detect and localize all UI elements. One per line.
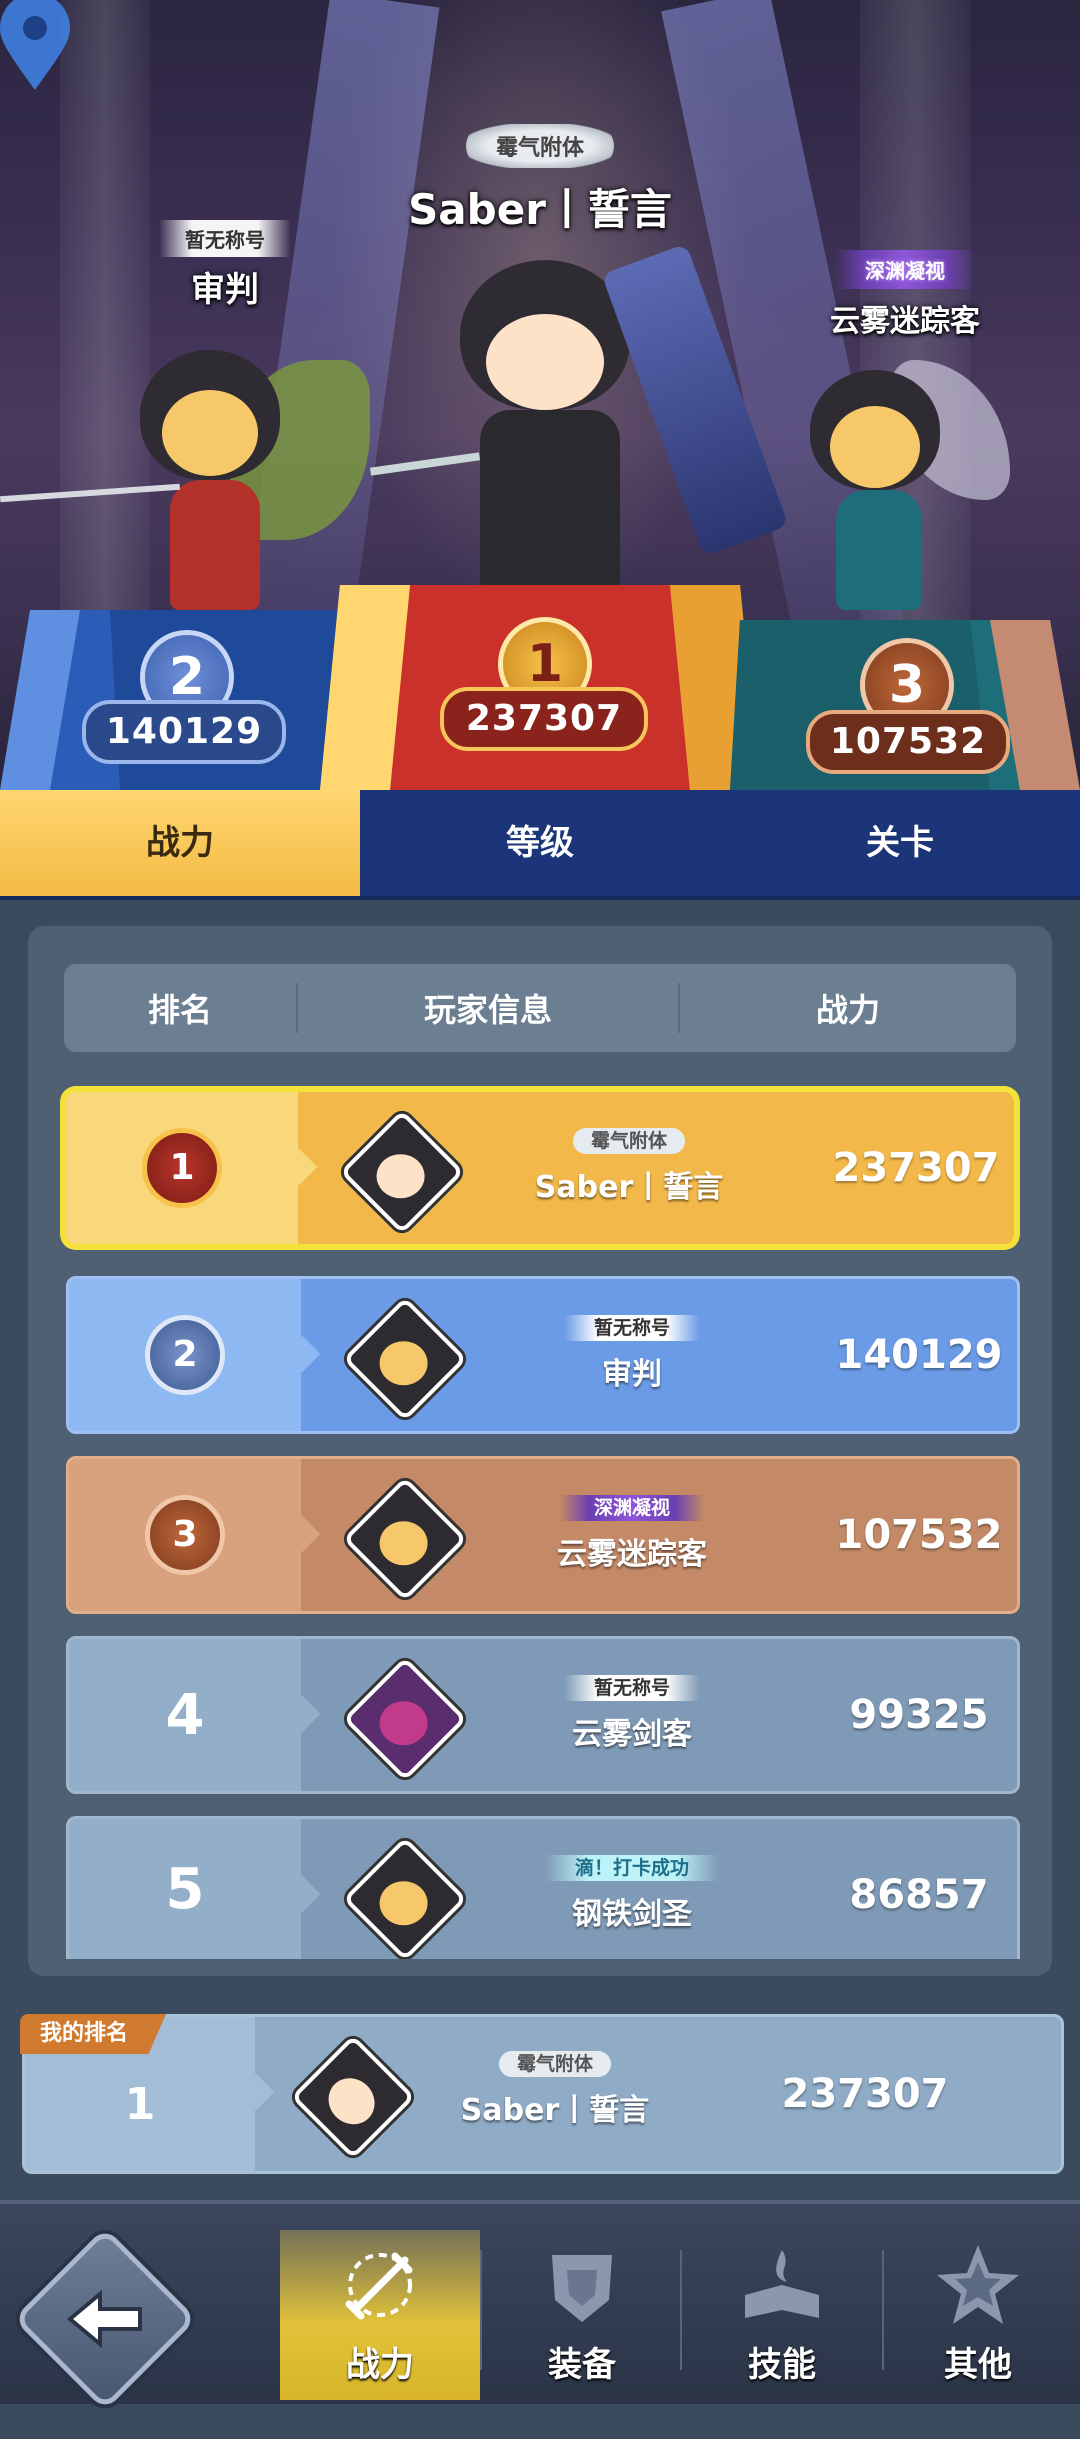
title-badge: 霉气附体	[572, 1128, 685, 1154]
second-player-name: 审判	[191, 270, 259, 310]
second-place-podium: 2 140129	[0, 600, 360, 790]
title-badge: 暂无称号	[563, 1675, 700, 1701]
player-avatar[interactable]	[339, 1109, 465, 1235]
first-place-score: 237307	[440, 687, 648, 751]
nav-other-label: 其他	[944, 2345, 1012, 2385]
title-badge: 深渊凝视	[835, 250, 975, 289]
title-badge: 滴！打卡成功	[544, 1855, 719, 1881]
player-avatar[interactable]	[342, 1476, 468, 1602]
player-power: 140129	[835, 1332, 1003, 1378]
third-place-podium: 3 107532	[730, 610, 1080, 790]
player-name: 云雾迷踪客	[557, 1537, 707, 1572]
leaderboard-row[interactable]: 5 滴！打卡成功 钢铁剑圣 86857	[66, 1816, 1020, 1959]
title-badge: 深渊凝视	[559, 1495, 704, 1521]
silver-medal-icon: 2	[145, 1315, 225, 1395]
back-arrow-icon	[45, 2259, 165, 2379]
title-badge: 霉气附体	[465, 124, 614, 168]
nav-equipment[interactable]: 装备	[482, 2230, 682, 2400]
nav-power[interactable]: 战力	[280, 2230, 480, 2400]
first-place-podium: 1 237307	[320, 585, 760, 790]
tab-power[interactable]: 战力	[0, 790, 360, 896]
tab-level[interactable]: 等级	[360, 790, 720, 896]
rank-number: 4	[165, 1682, 205, 1748]
leaderboard-row[interactable]: 2 暂无称号 审判 140129	[66, 1276, 1020, 1434]
nav-skills[interactable]: 技能	[682, 2230, 882, 2400]
player-power: 86857	[849, 1872, 989, 1918]
player-avatar[interactable]	[342, 1836, 468, 1959]
third-player-name: 云雾迷踪客	[830, 304, 980, 339]
my-power: 237307	[781, 2071, 949, 2117]
skill-book-icon	[737, 2240, 827, 2330]
my-rank-number: 1	[124, 2078, 156, 2130]
rank-number: 5	[165, 1856, 205, 1922]
third-place-score: 107532	[806, 710, 1010, 774]
header-player-info: 玩家信息	[423, 991, 552, 1029]
third-character-figure[interactable]	[770, 360, 1010, 640]
player-name: Saber丨誓言	[534, 1170, 724, 1205]
my-rank-label: 我的排名	[20, 2014, 167, 2054]
leaderboard-row[interactable]: 3 深渊凝视 云雾迷踪客 107532	[66, 1456, 1020, 1614]
leaderboard-row[interactable]: 1 霉气附体 Saber丨誓言 237307	[66, 1092, 1014, 1244]
location-pin-icon[interactable]	[0, 0, 70, 90]
player-power: 99325	[849, 1692, 989, 1738]
first-title-badge: 霉气附体	[340, 124, 740, 168]
player-name: 钢铁剑圣	[572, 1897, 692, 1932]
title-badge: 暂无称号	[159, 220, 291, 257]
armor-icon	[537, 2240, 627, 2330]
player-avatar[interactable]	[342, 1296, 468, 1422]
second-title-badge: 暂无称号	[110, 220, 340, 257]
sword-icon	[335, 2240, 425, 2330]
title-badge: 霉气附体	[498, 2051, 611, 2077]
nav-other[interactable]: 其他	[878, 2230, 1078, 2400]
star-icon	[933, 2240, 1023, 2330]
third-title-badge: 深渊凝视	[780, 250, 1030, 289]
header-power: 战力	[815, 991, 880, 1029]
second-place-score: 140129	[82, 700, 286, 764]
player-power: 237307	[832, 1145, 1000, 1191]
player-name: 云雾剑客	[572, 1717, 692, 1752]
first-player-name: Saber丨誓言	[408, 185, 672, 234]
bronze-medal-icon: 3	[145, 1495, 225, 1575]
player-power: 107532	[835, 1512, 1003, 1558]
player-avatar[interactable]	[342, 1656, 468, 1782]
podium-showcase: 霉气附体 Saber丨誓言 暂无称号 审判 深渊凝视 云雾迷踪客 2 14012…	[0, 0, 1080, 790]
player-name: 审判	[602, 1357, 662, 1392]
title-badge: 暂无称号	[563, 1315, 700, 1341]
ranking-category-tabs: 战力 等级 关卡	[0, 790, 1080, 900]
gold-medal-icon: 1	[142, 1128, 222, 1208]
my-avatar[interactable]	[290, 2034, 416, 2160]
leaderboard-row[interactable]: 4 暂无称号 云雾剑客 99325	[66, 1636, 1020, 1794]
nav-skills-label: 技能	[748, 2345, 816, 2385]
header-rank: 排名	[147, 991, 212, 1029]
nav-equipment-label: 装备	[548, 2345, 616, 2385]
my-player-name: Saber丨誓言	[460, 2093, 650, 2128]
tab-stage[interactable]: 关卡	[720, 790, 1080, 896]
my-rank-row[interactable]: 1 霉气附体 Saber丨誓言 237307	[22, 2014, 1064, 2174]
nav-power-label: 战力	[346, 2345, 414, 2385]
leaderboard-header: 排名 玩家信息 战力	[64, 964, 1016, 1052]
